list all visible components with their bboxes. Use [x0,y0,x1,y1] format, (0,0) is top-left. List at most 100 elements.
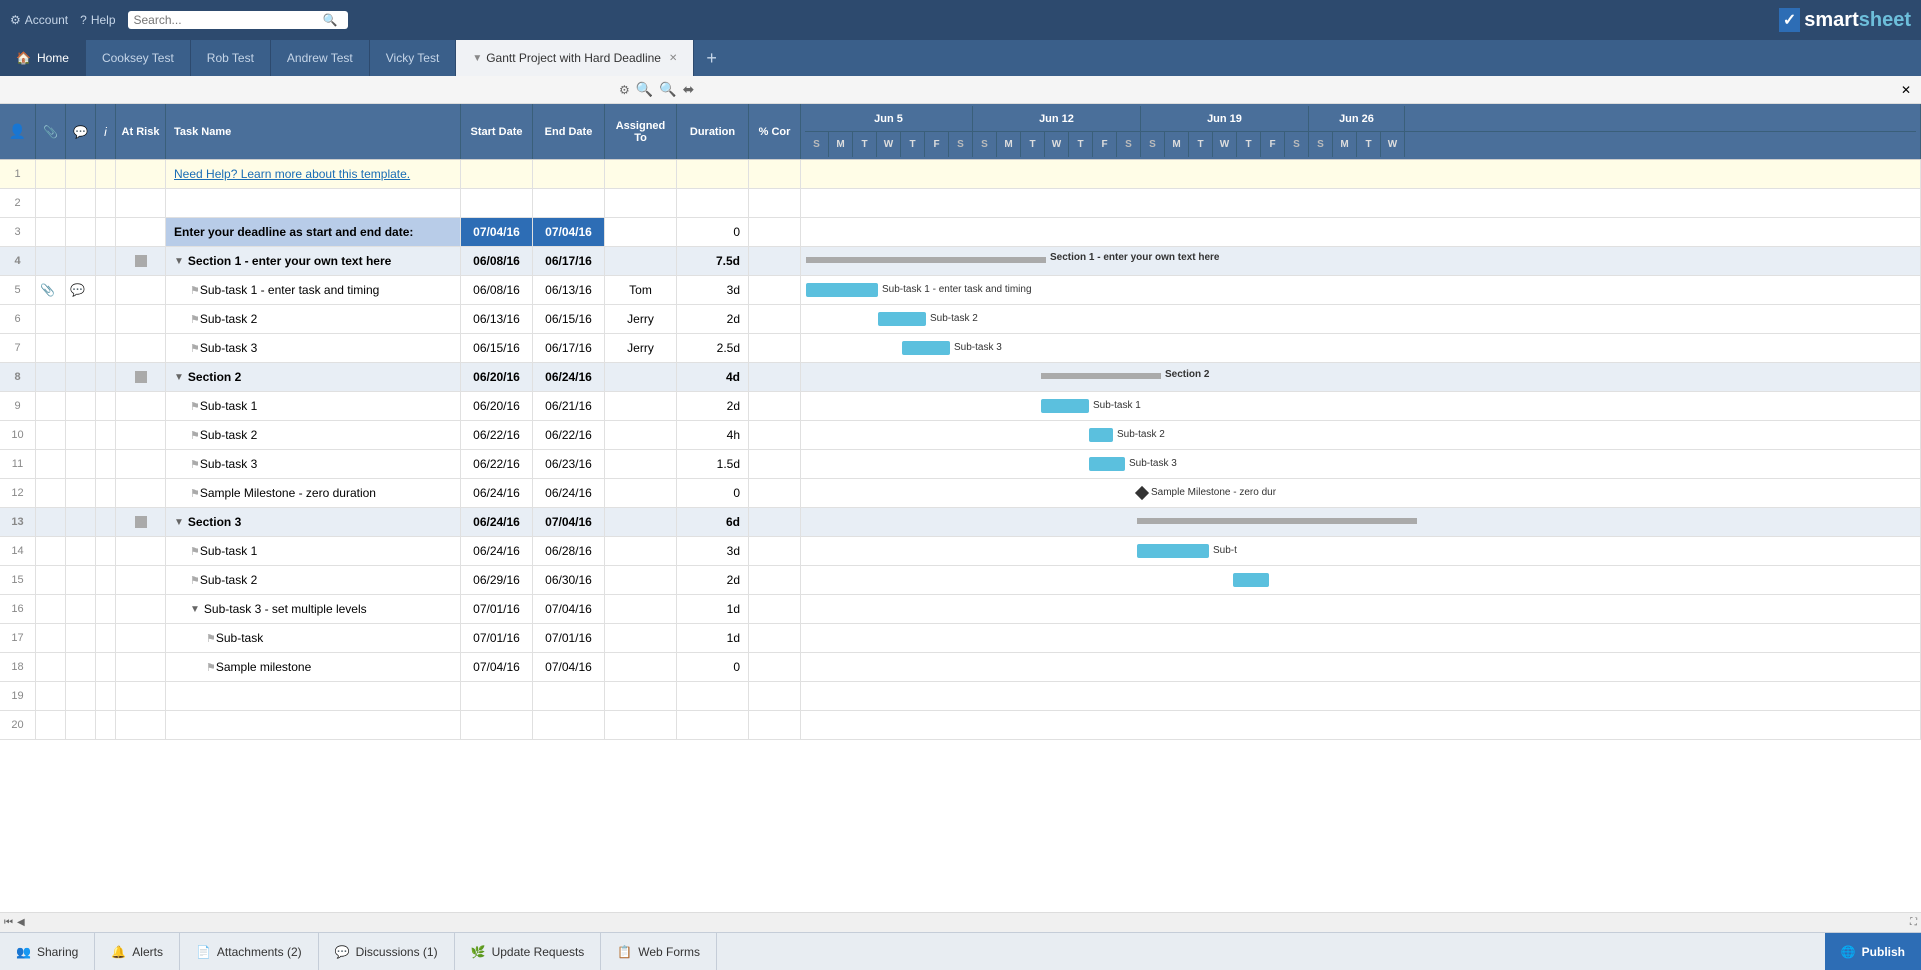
row-task[interactable] [166,711,461,739]
flag-icon[interactable]: ⚑ [190,313,200,326]
close-gantt-icon[interactable]: ✕ [1901,83,1911,97]
row-chat[interactable]: 💬 [66,276,96,304]
flag-icon[interactable]: ⚑ [190,342,200,355]
row-number: 11 [0,450,36,478]
add-tab-button[interactable]: + [694,40,729,76]
row-cor [749,479,801,507]
row-task[interactable]: ⚑ Sub-task 3 [166,450,461,478]
row-info [96,682,116,710]
table-row: 12 ⚑ Sample Milestone - zero duration 06… [0,479,1921,508]
row-task[interactable]: Need Help? Learn more about this templat… [166,160,461,188]
gantt-tab[interactable]: ▼ Gantt Project with Hard Deadline ✕ [456,40,694,76]
row-duration: 6d [677,508,749,536]
row-task[interactable]: ▼ Section 1 - enter your own text here [166,247,461,275]
row-task[interactable]: ⚑ Sub-task [166,624,461,652]
home-tab-label: Home [37,51,69,65]
vicky-tab-label: Vicky Test [386,51,440,65]
row-task[interactable]: ⚑ Sub-task 2 [166,421,461,449]
flag-icon[interactable]: ⚑ [190,284,200,297]
search-button[interactable]: 🔍 [323,13,338,27]
row-task[interactable]: ⚑ Sample Milestone - zero duration [166,479,461,507]
collapse-icon[interactable]: ▼ [174,517,184,528]
andrew-tab[interactable]: Andrew Test [271,40,370,76]
vicky-tab[interactable]: Vicky Test [370,40,457,76]
publish-button[interactable]: 🌐 Publish [1825,933,1921,970]
row-at-risk [116,653,166,681]
row-task[interactable]: ⚑ Sub-task 3 [166,334,461,362]
gantt-toolbar: ⚙ 🔍 🔍 ⬌ ✕ [0,76,1921,104]
row-cor [749,421,801,449]
search-box[interactable]: 🔍 [128,11,348,29]
sharing-button[interactable]: 👥 Sharing [0,933,95,970]
row-chat [66,247,96,275]
day-col: F [1093,132,1117,157]
account-label: Account [25,13,68,27]
alerts-button[interactable]: 🔔 Alerts [95,933,180,970]
fit-icon[interactable]: ⬌ [683,81,695,98]
flag-icon[interactable]: ⚑ [190,400,200,413]
search-input[interactable] [134,13,319,27]
row-duration: 0 [677,479,749,507]
table-row: 2 [0,189,1921,218]
row-attach[interactable]: 📎 [36,276,66,304]
discussions-button[interactable]: 💬 Discussions (1) [319,933,455,970]
tab-close-icon[interactable]: ✕ [669,53,677,64]
row-cor [749,566,801,594]
home-tab[interactable]: 🏠 Home [0,40,86,76]
row-task[interactable]: ⚑ Sub-task 1 - enter task and timing [166,276,461,304]
sheet-header: 👤 📎 💬 i At Risk Task Name Start Date End… [0,104,1921,160]
web-forms-button[interactable]: 📋 Web Forms [601,933,717,970]
attach-header: 📎 [36,104,66,159]
row-task[interactable] [166,682,461,710]
row-start: 06/22/16 [461,421,533,449]
collapse-icon[interactable]: ▼ [190,604,200,615]
day-col: S [949,132,973,157]
flag-icon[interactable]: ⚑ [206,632,216,645]
zoom-out-icon[interactable]: 🔍 [659,81,676,98]
attachments-button[interactable]: 📄 Attachments (2) [180,933,319,970]
gantt-days: S M T W T F S S M T W T F S S M T W T F [805,132,1916,157]
gantt-header: Jun 5 Jun 12 Jun 19 Jun 26 S M T W T F S… [801,104,1921,159]
gear-toolbar-icon[interactable]: ⚙ [619,83,630,97]
row-end: 06/23/16 [533,450,605,478]
row-task[interactable]: ▼ Section 3 [166,508,461,536]
flag-icon[interactable]: ⚑ [190,574,200,587]
flag-icon[interactable]: ⚑ [190,429,200,442]
fit-screen-icon[interactable]: ⛶ [1910,917,1917,928]
gantt-bar [1233,573,1269,587]
cooksey-tab-label: Cooksey Test [102,51,174,65]
row-task[interactable]: Enter your deadline as start and end dat… [166,218,461,246]
row-task[interactable] [166,189,461,217]
flag-icon[interactable]: ⚑ [206,661,216,674]
scroll-left2-icon[interactable]: ◀ [17,917,25,928]
row-end: 06/24/16 [533,479,605,507]
row-attach [36,305,66,333]
update-requests-button[interactable]: 🌿 Update Requests [455,933,602,970]
zoom-in-icon[interactable]: 🔍 [636,81,653,98]
row-chat [66,595,96,623]
row-start: 06/13/16 [461,305,533,333]
row-chat [66,624,96,652]
collapse-icon[interactable]: ▼ [174,256,184,267]
row-task[interactable]: ⚑ Sub-task 2 [166,305,461,333]
collapse-icon[interactable]: ▼ [174,372,184,383]
account-nav[interactable]: ⚙ Account [10,13,68,27]
rob-tab[interactable]: Rob Test [191,40,271,76]
row-chat [66,189,96,217]
flag-icon[interactable]: ⚑ [190,458,200,471]
cooksey-tab[interactable]: Cooksey Test [86,40,191,76]
row-assigned [605,421,677,449]
row-task[interactable]: ▼ Sub-task 3 - set multiple levels [166,595,461,623]
row-task[interactable]: ▼ Section 2 [166,363,461,391]
flag-icon[interactable]: ⚑ [190,545,200,558]
row-task[interactable]: ⚑ Sub-task 1 [166,392,461,420]
row-task[interactable]: ⚑ Sub-task 2 [166,566,461,594]
row-gantt: Sub-task 2 [801,305,1921,333]
row-start [461,711,533,739]
scroll-left-icon[interactable]: ⏮ [4,917,13,928]
flag-icon[interactable]: ⚑ [190,487,200,500]
help-nav[interactable]: ? Help [80,13,115,27]
row-info [96,160,116,188]
row-task[interactable]: ⚑ Sub-task 1 [166,537,461,565]
row-task[interactable]: ⚑ Sample milestone [166,653,461,681]
